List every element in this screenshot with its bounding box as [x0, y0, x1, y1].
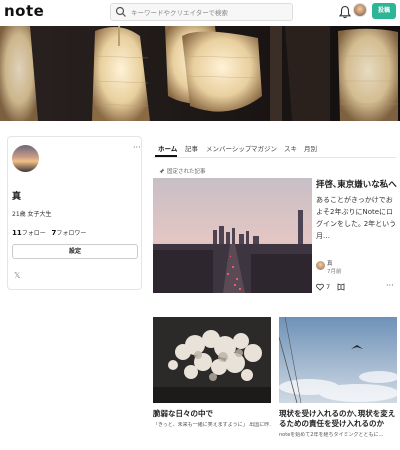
magazine-icon[interactable]	[337, 283, 345, 291]
article-card[interactable]: 脆弱な日々の中で 「きっと、未来も一緒に笑えますように」 出国に昨…	[153, 317, 271, 429]
post-date: 7月前	[327, 269, 342, 275]
tab-articles[interactable]: 記事	[185, 143, 198, 153]
following-link[interactable]: 11フォロー	[12, 229, 46, 237]
header: note キーワードやクリエイターで検索 投稿	[0, 0, 400, 26]
heart-icon[interactable]	[316, 283, 324, 291]
following-label: フォロー	[21, 230, 46, 237]
author-name[interactable]: 真	[327, 259, 333, 267]
article-excerpt: noteを始めて2年を経ちタイミングとともに…	[279, 432, 384, 438]
post-button-label: 投稿	[377, 7, 390, 14]
post-button[interactable]: 投稿	[372, 3, 396, 19]
pin-icon	[159, 168, 165, 174]
article-thumbnail[interactable]	[279, 317, 397, 403]
featured-article-excerpt: あることがきっかけでおよそ2年ぶりにNoteにログインをした｡ 2年という月…	[316, 196, 397, 240]
like-count: 7	[326, 283, 331, 291]
tab-monthly[interactable]: 月別	[304, 143, 317, 153]
profile-bio: 21歳 女子大生	[12, 211, 52, 218]
active-tab-indicator	[155, 155, 177, 157]
search-box[interactable]: キーワードやクリエイターで検索	[110, 3, 293, 21]
following-count: 11	[12, 229, 22, 237]
article-excerpt: 「きっと、未来も一緒に笑えますように」 出国に昨…	[153, 422, 271, 428]
featured-article-image[interactable]	[153, 178, 312, 293]
settings-button-label: 設定	[68, 248, 81, 255]
article-title[interactable]: 現状を受け入れるのか､現状を変えるための責任を受け入れるのか	[279, 409, 397, 429]
search-placeholder: キーワードやクリエイターで検索	[131, 9, 228, 17]
follow-stats: 11フォロー 7フォロワー	[12, 228, 86, 237]
author-avatar[interactable]	[316, 261, 325, 270]
note-logo[interactable]: note	[4, 2, 44, 20]
article-title[interactable]: 脆弱な日々の中で	[153, 409, 271, 419]
tab-home[interactable]: ホーム	[158, 143, 177, 153]
followers-label: フォロワー	[56, 230, 87, 237]
profile-card: ··· 真 21歳 女子大生 11フォロー 7フォロワー 設定 𝕏	[7, 136, 142, 290]
header-banner-image	[0, 26, 400, 121]
featured-article-title[interactable]: 拝啓､東京嫌いな私へ	[316, 180, 398, 191]
followers-link[interactable]: 7フォロワー	[52, 229, 87, 237]
pinned-label: 固定された記事	[159, 167, 206, 175]
tab-magazine[interactable]: マガジン	[251, 143, 277, 153]
user-avatar[interactable]	[353, 3, 367, 17]
profile-avatar[interactable]	[12, 145, 39, 172]
bell-icon[interactable]	[339, 5, 351, 19]
profile-name: 真	[12, 192, 22, 202]
tab-likes[interactable]: スキ	[284, 143, 297, 153]
article-thumbnail[interactable]	[153, 317, 271, 403]
profile-more-icon[interactable]: ···	[133, 143, 141, 152]
x-icon[interactable]: 𝕏	[14, 271, 20, 280]
more-icon[interactable]: ···	[386, 281, 394, 290]
pinned-label-text: 固定された記事	[167, 169, 206, 175]
search-icon	[115, 6, 126, 17]
profile-tabs: ホーム 記事 メンバーシップ マガジン スキ 月別	[153, 140, 396, 158]
settings-button[interactable]: 設定	[12, 244, 138, 259]
tab-membership[interactable]: メンバーシップ	[206, 143, 251, 153]
article-card[interactable]: 現状を受け入れるのか､現状を変えるための責任を受け入れるのか noteを始めて2…	[279, 317, 397, 439]
